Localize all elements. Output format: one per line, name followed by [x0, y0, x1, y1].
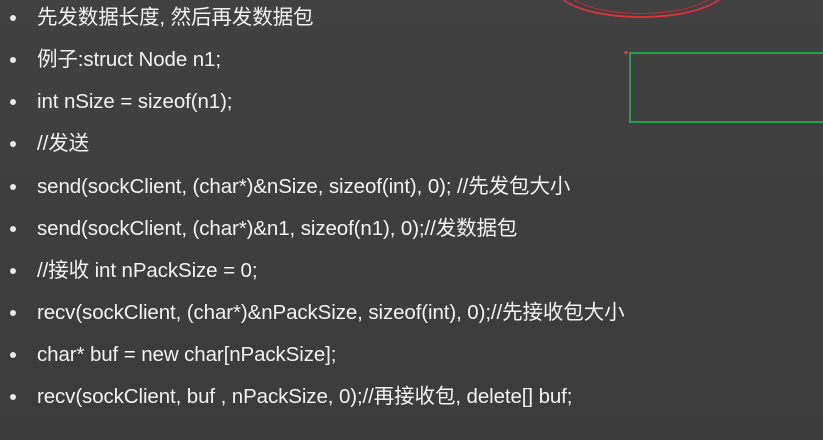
bullet-text: //发送: [37, 132, 89, 155]
bullet-text: send(sockClient, (char*)&n1, sizeof(n1),…: [37, 217, 518, 240]
bullet-dot-icon: [10, 141, 16, 147]
bullet-text: //接收 int nPackSize = 0;: [37, 259, 258, 282]
bullet-text: int nSize = sizeof(n1);: [37, 90, 233, 113]
red-pen-mark: [624, 51, 628, 54]
green-rectangle-annotation: [629, 52, 823, 123]
bullet-dot-icon: [10, 352, 16, 358]
bullet-dot-icon: [10, 226, 16, 232]
bullet-dot-icon: [10, 184, 16, 190]
bullet-dot-icon: [10, 394, 16, 400]
bullet-dot-icon: [10, 310, 16, 316]
bullet-text: 先发数据长度, 然后再发数据包: [37, 6, 314, 29]
bullet-dot-icon: [10, 99, 16, 105]
bullet-text: send(sockClient, (char*)&nSize, sizeof(i…: [37, 175, 571, 198]
bullet-text: 例子:struct Node n1;: [37, 48, 221, 71]
bullet-dot-icon: [10, 15, 16, 21]
bullet-dot-icon: [10, 268, 16, 274]
bullet-text: char* buf = new char[nPackSize];: [37, 343, 337, 366]
bullet-text: recv(sockClient, (char*)&nPackSize, size…: [37, 301, 625, 324]
bullet-dot-icon: [10, 57, 16, 63]
bullet-text: recv(sockClient, buf , nPackSize, 0);//再…: [37, 385, 573, 408]
